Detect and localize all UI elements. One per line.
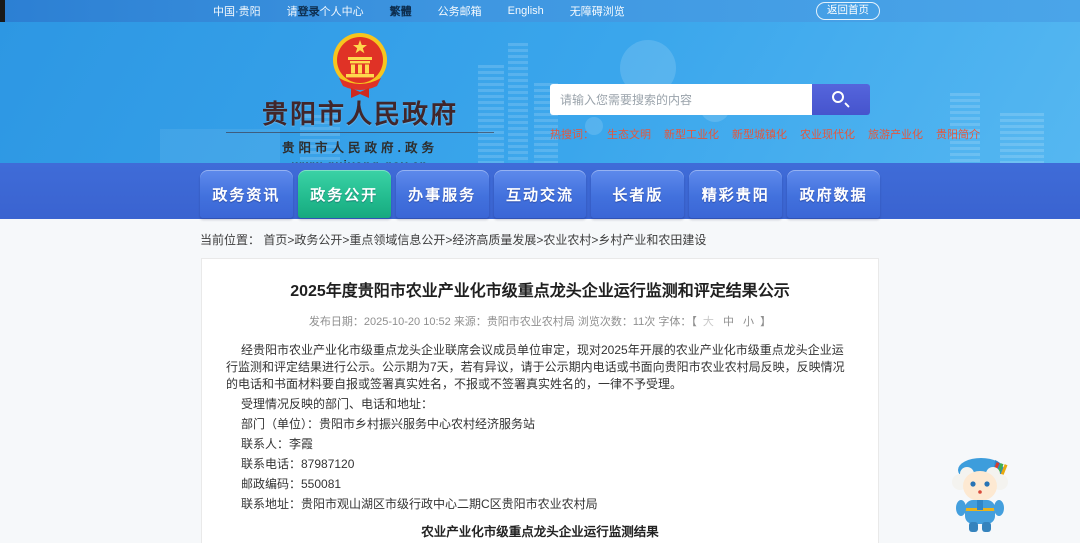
article-body: 经贵阳市农业产业化市级重点龙头企业联席会议成员单位审定，现对2025年开展的农业… — [226, 342, 854, 513]
nav-tab[interactable]: 互动交流 — [493, 170, 587, 218]
hot-search-list: 生态文明 新型工业化 新型城镇化 农业现代化 旅游产业化 贵阳简介 — [607, 126, 980, 142]
article-paragraph: 经贵阳市农业产业化市级重点龙头企业联席会议成员单位审定，现对2025年开展的农业… — [226, 343, 845, 392]
font-size-option[interactable]: 小 — [743, 316, 754, 328]
nav-tab-label: 长者版 — [612, 186, 664, 204]
assistant-mascot-icon[interactable] — [943, 450, 1017, 543]
source-value: 贵阳市农业农村局 — [486, 316, 575, 328]
font-size-switcher: 大 中 小 — [697, 316, 760, 328]
nav-tab[interactable]: 政府数据 — [787, 170, 881, 218]
publish-date-label: 发布日期： — [308, 316, 364, 328]
login-suffix: 个人中心 — [319, 6, 364, 18]
article-paragraph: 联系电话：87987120 — [241, 457, 355, 472]
hot-search-word[interactable]: 新型城镇化 — [732, 126, 787, 142]
topbar-item-traditional[interactable]: 繁體 — [390, 3, 412, 19]
search-button[interactable] — [812, 84, 870, 115]
skyline-building — [1000, 113, 1044, 163]
nav-tab-label: 政府数据 — [799, 186, 868, 204]
nav-tab-label: 互动交流 — [506, 186, 575, 204]
font-size-label: 字体： — [658, 316, 692, 328]
topbar-item-accessibility[interactable]: 无障碍浏览 — [570, 3, 625, 19]
publish-date-value: 2025-10-20 10:52 — [363, 316, 451, 328]
site-header: 贵阳市人民政府 贵阳市人民政府.政务 www.guiyang.gov.cn 热搜… — [0, 22, 1080, 163]
hot-search-word[interactable]: 农业现代化 — [800, 126, 855, 142]
hot-search-word[interactable]: 生态文明 — [607, 126, 651, 142]
login-prefix: 请 — [286, 6, 298, 18]
topbar-item-login[interactable]: 请登录个人中心 — [287, 3, 364, 19]
hot-search-label: 热搜词： — [550, 129, 594, 141]
site-brand[interactable]: 贵阳市人民政府 贵阳市人民政府.政务 www.guiyang.gov.cn — [226, 30, 494, 163]
breadcrumb: 当前位置： 首页>政务公开>重点领域信息公开>经济高质量发展>农业农村>乡村产业… — [200, 219, 880, 258]
bracket: 】 — [760, 316, 772, 328]
nav-tab-label: 政务公开 — [310, 186, 379, 204]
article-paragraph: 联系地址：贵阳市观山湖区市级行政中心二期C区贵阳市农业农村局 — [241, 497, 598, 512]
hot-search-word[interactable]: 新型工业化 — [664, 126, 719, 142]
nav-tab[interactable]: 政务资讯 — [200, 170, 293, 218]
nav-tab[interactable]: 办事服务 — [395, 170, 489, 218]
article-paragraph: 受理情况反映的部门、电话和地址： — [241, 397, 434, 412]
national-emblem-icon — [333, 33, 387, 98]
topbar: 中国·贵阳 请登录个人中心 繁體 公务邮箱 English 无障碍浏览 返回首页 — [0, 0, 1080, 22]
corner-artifact — [0, 0, 5, 22]
article-paragraph: 部门（单位）：贵阳市乡村振兴服务中心农村经济服务站 — [241, 417, 536, 432]
topbar-item-region[interactable]: 中国·贵阳 — [213, 3, 261, 19]
article-paragraph: 联系人：李霞 — [241, 437, 314, 452]
source-label: 来源： — [453, 316, 487, 328]
search-area: 热搜词： 生态文明 新型工业化 新型城镇化 农业现代化 旅游产业化 贵阳简介 — [550, 84, 980, 142]
nav-tab-label: 政务资讯 — [212, 186, 281, 204]
login-strong[interactable]: 登录 — [298, 6, 320, 18]
article-card: 2025年度贵阳市农业产业化市级重点龙头企业运行监测和评定结果公示 发布日期：2… — [201, 258, 879, 543]
nav-tiles: 政务资讯 政务公开 办事服务 互动交流 长者版 精彩贵阳 政府数据 — [200, 163, 881, 219]
views-label: 浏览次数： — [577, 316, 633, 328]
nav-tab[interactable]: 精彩贵阳 — [689, 170, 783, 218]
article-meta: 发布日期：2025-10-20 10:52 来源：贵阳市农业农村局 浏览次数：1… — [226, 313, 854, 329]
nav-tab-label: 办事服务 — [408, 186, 477, 204]
nav-tab[interactable]: 政务公开 — [297, 170, 391, 218]
nav-tab-label: 精彩贵阳 — [701, 186, 770, 204]
article-title: 2025年度贵阳市农业产业化市级重点龙头企业运行监测和评定结果公示 — [290, 283, 790, 300]
hot-search-row: 热搜词： 生态文明 新型工业化 新型城镇化 农业现代化 旅游产业化 贵阳简介 — [550, 126, 980, 142]
site-title: 贵阳市人民政府 — [226, 100, 494, 133]
article-paragraph: 邮政编码：550081 — [241, 477, 342, 492]
hot-search-word[interactable]: 旅游产业化 — [868, 126, 923, 142]
views-value: 11次 — [632, 316, 656, 328]
font-size-option[interactable]: 中 — [723, 316, 734, 328]
table-caption: 农业产业化市级重点龙头企业运行监测结果 — [421, 525, 659, 540]
return-home-button[interactable]: 返回首页 — [816, 2, 880, 20]
topbar-item-english[interactable]: English — [508, 5, 544, 17]
topbar-item-mail[interactable]: 公务邮箱 — [438, 3, 482, 19]
hot-search-word[interactable]: 贵阳简介 — [936, 126, 980, 142]
breadcrumb-path[interactable]: 首页>政务公开>重点领域信息公开>经济高质量发展>农业农村>乡村产业和农田建设 — [263, 233, 706, 247]
search-icon — [832, 91, 844, 103]
topbar-links: 中国·贵阳 请登录个人中心 繁體 公务邮箱 English 无障碍浏览 — [200, 3, 625, 19]
search-input[interactable] — [550, 84, 812, 115]
nav-tab[interactable]: 长者版 — [591, 170, 685, 218]
breadcrumb-label: 当前位置： — [200, 233, 261, 247]
main-navigation: 政务资讯 政务公开 办事服务 互动交流 长者版 精彩贵阳 政府数据 — [0, 163, 1080, 219]
site-subtitle: 贵阳市人民政府.政务 — [282, 140, 438, 155]
font-size-option[interactable]: 大 — [703, 316, 714, 328]
